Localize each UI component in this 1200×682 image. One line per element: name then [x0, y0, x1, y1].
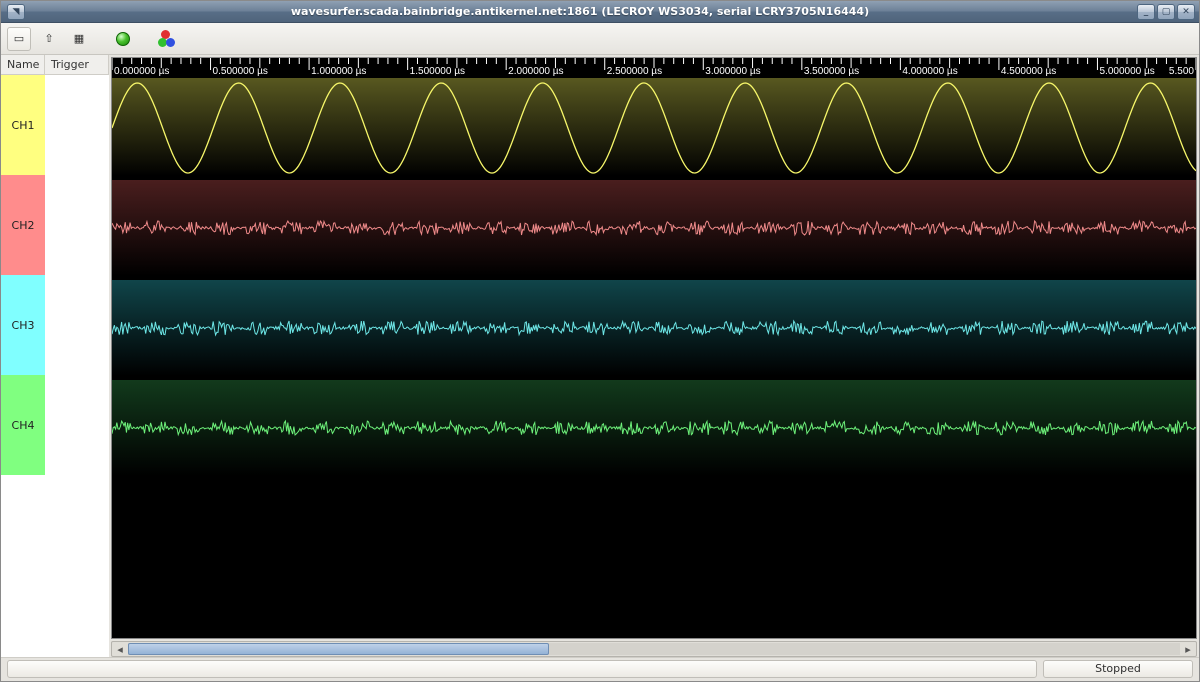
toolbar: ▭ ⇧ ▦: [1, 23, 1199, 55]
channel-colors-button[interactable]: [155, 27, 179, 51]
svg-text:3.000000 µs: 3.000000 µs: [705, 66, 760, 77]
toolbar-button-1[interactable]: ▭: [7, 27, 31, 51]
channel-panel-body: CH1 CH2 CH3 CH4: [1, 75, 108, 657]
column-name-header[interactable]: Name: [1, 55, 45, 74]
scroll-track[interactable]: [128, 643, 1180, 655]
maximize-button[interactable]: ▢: [1157, 4, 1175, 20]
svg-text:3.500000 µs: 3.500000 µs: [804, 66, 859, 77]
svg-text:2.500000 µs: 2.500000 µs: [607, 66, 662, 77]
record-icon: [116, 32, 130, 46]
channel-label-ch2[interactable]: CH2: [1, 175, 45, 275]
trigger-column: [45, 75, 109, 657]
run-button[interactable]: [111, 27, 135, 51]
window-menu-button[interactable]: ◥: [7, 4, 25, 20]
minimize-button[interactable]: _: [1137, 4, 1155, 20]
svg-text:0.000000 µs: 0.000000 µs: [114, 66, 169, 77]
horizontal-scrollbar[interactable]: ◂ ▸: [111, 641, 1197, 657]
scroll-right-arrow[interactable]: ▸: [1180, 642, 1196, 656]
channel-label-ch1[interactable]: CH1: [1, 75, 45, 175]
svg-text:5.000000 µs: 5.000000 µs: [1099, 66, 1154, 77]
channel-label-ch3[interactable]: CH3: [1, 275, 45, 375]
oscilloscope-display[interactable]: 0.000000 µs 0.500000 µs 1.000000 µs 1.50000…: [111, 57, 1197, 639]
window-titlebar: ◥ wavesurfer.scada.bainbridge.antikernel…: [1, 1, 1199, 23]
toolbar-button-3[interactable]: ▦: [67, 27, 91, 51]
export-icon: ⇧: [44, 32, 53, 45]
svg-text:1.000000 µs: 1.000000 µs: [311, 66, 366, 77]
grid-icon: ▦: [74, 32, 84, 45]
channel-panel-header: Name Trigger on: [1, 55, 108, 75]
status-bar: Stopped: [1, 657, 1199, 681]
status-progress: [7, 660, 1037, 678]
document-icon: ▭: [14, 32, 24, 45]
rgb-icon: [158, 30, 176, 48]
svg-text:4.000000 µs: 4.000000 µs: [902, 66, 957, 77]
channel-label-ch4[interactable]: CH4: [1, 375, 45, 475]
scroll-thumb[interactable]: [128, 643, 549, 655]
main-area: Name Trigger on CH1 CH2 CH3 CH4: [1, 55, 1199, 657]
svg-text:2.000000 µs: 2.000000 µs: [508, 66, 563, 77]
window-title: wavesurfer.scada.bainbridge.antikernel.n…: [25, 5, 1135, 18]
svg-text:1.500000 µs: 1.500000 µs: [410, 66, 465, 77]
plot-area: 0.000000 µs 0.500000 µs 1.000000 µs 1.50000…: [109, 55, 1199, 657]
scroll-left-arrow[interactable]: ◂: [112, 642, 128, 656]
toolbar-button-2[interactable]: ⇧: [37, 27, 61, 51]
column-trigger-header[interactable]: Trigger on: [45, 55, 109, 74]
status-state: Stopped: [1043, 660, 1193, 678]
svg-text:4.500000 µs: 4.500000 µs: [1001, 66, 1056, 77]
channel-panel: Name Trigger on CH1 CH2 CH3 CH4: [1, 55, 109, 657]
svg-text:0.500000 µs: 0.500000 µs: [213, 66, 268, 77]
svg-text:5.500: 5.500: [1169, 66, 1195, 77]
close-button[interactable]: ✕: [1177, 4, 1195, 20]
